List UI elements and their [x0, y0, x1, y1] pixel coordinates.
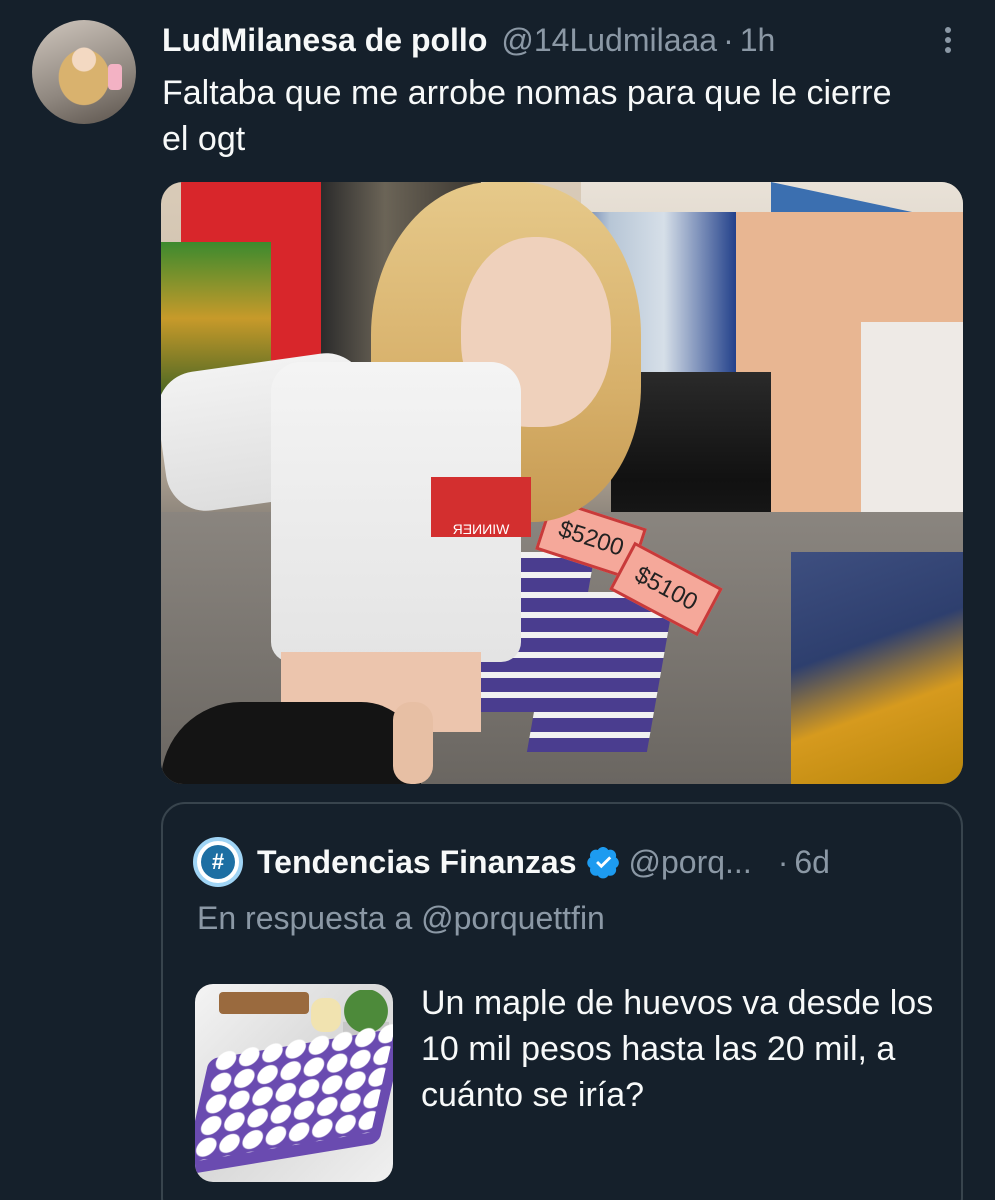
tweet-card[interactable]: LudMilanesa de pollo @14Ludmilaaa · 1h F… — [0, 0, 995, 1200]
more-options-icon[interactable] — [931, 18, 965, 62]
hashtag-icon: # — [201, 845, 235, 879]
person-hand — [393, 702, 433, 784]
goods-right — [791, 552, 963, 784]
user-avatar[interactable] — [32, 20, 136, 124]
tweet-timestamp[interactable]: 1h — [740, 18, 776, 62]
tweet-header: LudMilanesa de pollo @14Ludmilaaa · 1h — [162, 18, 965, 62]
quoted-handle[interactable]: @porq... — [629, 844, 752, 881]
quoted-avatar[interactable]: # — [193, 837, 243, 887]
person-pants — [161, 702, 421, 784]
author-handle[interactable]: @14Ludmilaaa — [501, 18, 717, 62]
quoted-separator-dot: · — [777, 843, 789, 880]
quoted-thumbnail[interactable] — [195, 984, 393, 1182]
author-display-name[interactable]: LudMilanesa de pollo — [162, 18, 487, 62]
tweet-text: Faltaba que me arrobe nomas para que le … — [162, 74, 892, 158]
shirt-print: WINNER — [431, 477, 531, 537]
phone-in-avatar — [108, 64, 122, 90]
quoted-timestamp[interactable]: 6d — [794, 844, 830, 881]
quoted-text: Un maple de huevos va desde los 10 mil p… — [421, 984, 934, 1114]
quoted-display-name[interactable]: Tendencias Finanzas — [257, 844, 577, 881]
wooden-board — [219, 992, 309, 1014]
reply-context[interactable]: En respuesta a @porquettfin — [197, 896, 605, 940]
verified-badge-icon — [586, 846, 619, 879]
quoted-tweet[interactable]: # Tendencias Finanzas @porq... · 6d En r… — [161, 802, 963, 1200]
honey-jar — [311, 998, 341, 1032]
tweet-photo[interactable]: $5200 $5100 WINNER — [161, 182, 963, 784]
quoted-header: # Tendencias Finanzas @porq... · 6d — [193, 837, 931, 887]
separator-dot: · — [723, 22, 734, 58]
